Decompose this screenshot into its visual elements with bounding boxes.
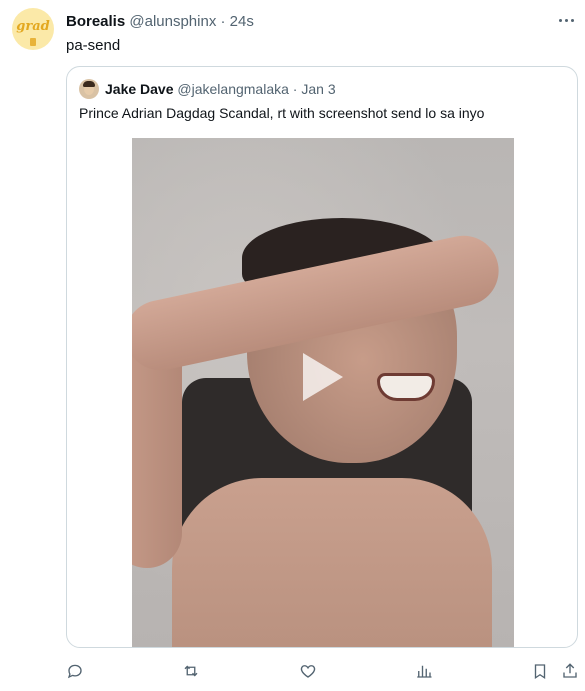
views-icon[interactable] — [413, 660, 435, 682]
reply-icon[interactable] — [64, 660, 86, 682]
separator-dot: · — [292, 81, 298, 97]
quoted-tweet-text: Prince Adrian Dagdag Scandal, rt with sc… — [79, 105, 485, 121]
avatar[interactable]: grad — [12, 8, 54, 50]
quoted-display-name[interactable]: Jake Dave — [105, 81, 174, 97]
like-icon[interactable] — [297, 660, 319, 682]
tweet-header: Borealis @alunsphinx · 24s — [66, 13, 254, 30]
bookmark-icon[interactable] — [529, 660, 551, 682]
quoted-tweet-header: Jake Dave @jakelangmalaka · Jan 3 — [105, 81, 336, 97]
retweet-icon[interactable] — [180, 660, 202, 682]
tweet-text: pa-send — [66, 37, 121, 54]
avatar-logo-text: grad — [16, 18, 50, 34]
share-icon[interactable] — [559, 660, 581, 682]
quoted-tweet-card[interactable]: Jake Dave @jakelangmalaka · Jan 3 Prince… — [66, 66, 578, 648]
timestamp[interactable]: 24s — [230, 13, 254, 30]
user-handle[interactable]: @alunsphinx — [129, 13, 216, 30]
play-icon[interactable] — [299, 353, 347, 401]
display-name[interactable]: Borealis — [66, 13, 125, 30]
quoted-timestamp[interactable]: Jan 3 — [301, 81, 335, 97]
graduation-cap-icon — [30, 38, 36, 46]
quoted-avatar[interactable] — [79, 79, 99, 99]
more-options-icon[interactable] — [555, 9, 577, 31]
separator-dot: · — [220, 13, 226, 30]
quoted-user-handle[interactable]: @jakelangmalaka — [177, 81, 289, 97]
tweet-actions-bar — [0, 654, 585, 688]
video-thumbnail[interactable] — [132, 138, 514, 647]
